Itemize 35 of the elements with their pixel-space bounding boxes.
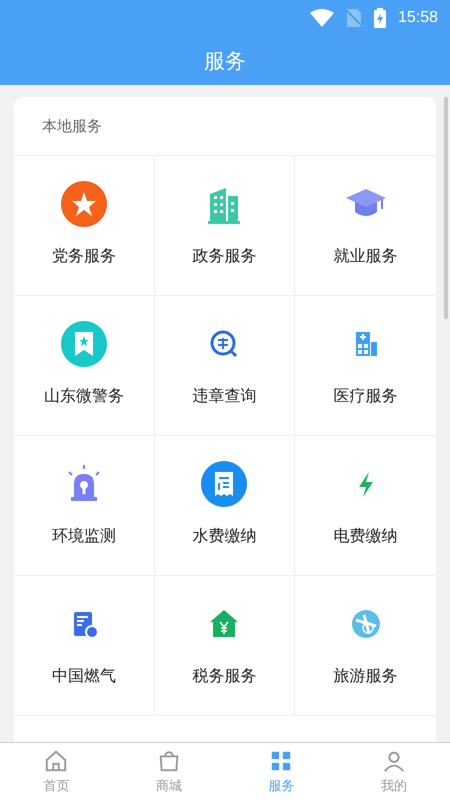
no-sim-icon bbox=[346, 9, 362, 27]
service-tile[interactable]: 电费缴纳 bbox=[295, 436, 436, 576]
page-title: 服务 bbox=[203, 48, 247, 74]
service-tile[interactable]: 政务服务 bbox=[154, 156, 296, 296]
receipt-icon bbox=[200, 460, 248, 508]
service-tile[interactable]: 山东微警务 bbox=[14, 296, 155, 436]
service-label: 党务服务 bbox=[52, 246, 116, 267]
service-label: 税务服务 bbox=[192, 666, 256, 687]
service-tile[interactable]: 党务服务 bbox=[14, 156, 155, 296]
bag-icon bbox=[156, 748, 181, 772]
service-label: 旅游服务 bbox=[334, 666, 398, 687]
status-time: 15:58 bbox=[398, 9, 438, 27]
service-label: 环境监测 bbox=[52, 526, 116, 547]
star-badge-icon bbox=[60, 180, 108, 228]
service-label: 政务服务 bbox=[192, 246, 256, 267]
service-label: 水费缴纳 bbox=[192, 526, 256, 547]
service-tile[interactable]: 旅游服务 bbox=[295, 576, 436, 716]
service-tile[interactable]: 医疗服务 bbox=[295, 296, 436, 436]
service-label: 电费缴纳 bbox=[334, 526, 398, 547]
service-tile[interactable]: 环境监测 bbox=[14, 436, 155, 576]
wifi-icon bbox=[310, 9, 334, 27]
service-label: 中国燃气 bbox=[52, 666, 116, 687]
service-label: 医疗服务 bbox=[334, 386, 398, 407]
service-tile[interactable]: 税务服务 bbox=[154, 576, 296, 716]
lightning-icon bbox=[358, 472, 373, 496]
service-tile[interactable]: 就业服务 bbox=[295, 156, 436, 296]
section-title: 本地服务 bbox=[14, 97, 436, 156]
service-label: 违章查询 bbox=[192, 386, 256, 407]
home-icon bbox=[44, 748, 68, 772]
service-label: 山东微警务 bbox=[44, 386, 124, 407]
service-label: 就业服务 bbox=[334, 246, 398, 267]
battery-charging-icon bbox=[374, 8, 386, 28]
service-tile[interactable]: 水费缴纳 bbox=[154, 436, 296, 576]
service-tile[interactable]: 违章查询 bbox=[154, 296, 296, 436]
service-tile[interactable]: 中国燃气 bbox=[14, 576, 155, 716]
